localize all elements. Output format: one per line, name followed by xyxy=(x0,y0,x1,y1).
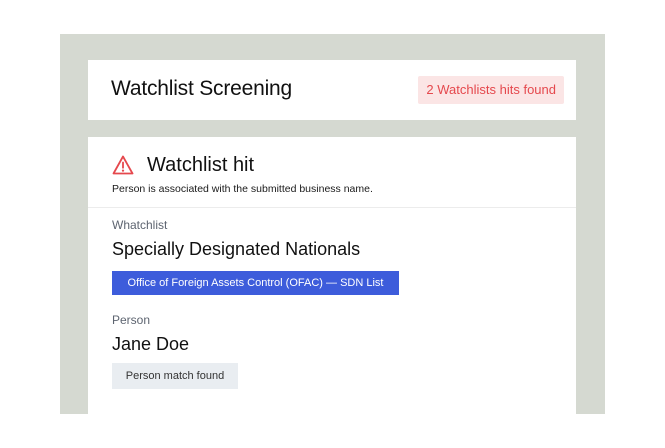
person-match-chip: Person match found xyxy=(112,363,238,389)
whatchlist-label: Whatchlist xyxy=(112,218,168,232)
hit-header: Watchlist hit Person is associated with … xyxy=(88,137,576,208)
warning-triangle-icon xyxy=(112,155,134,175)
hit-title: Watchlist hit xyxy=(147,154,255,176)
watchlist-hit-card: Watchlist hit Person is associated with … xyxy=(88,137,576,414)
hit-subtitle: Person is associated with the submitted … xyxy=(112,183,373,195)
page-title: Watchlist Screening xyxy=(111,77,292,100)
whatchlist-value: Specially Designated Nationals xyxy=(112,239,361,259)
person-name: Jane Doe xyxy=(112,334,190,354)
sdn-list-chip[interactable]: Office of Foreign Assets Control (OFAC) … xyxy=(112,271,399,295)
screening-header: Watchlist Screening 2 Watchlists hits fo… xyxy=(88,60,576,120)
hits-badge[interactable]: 2 Watchlists hits found xyxy=(418,76,564,104)
person-label: Person xyxy=(112,313,151,327)
